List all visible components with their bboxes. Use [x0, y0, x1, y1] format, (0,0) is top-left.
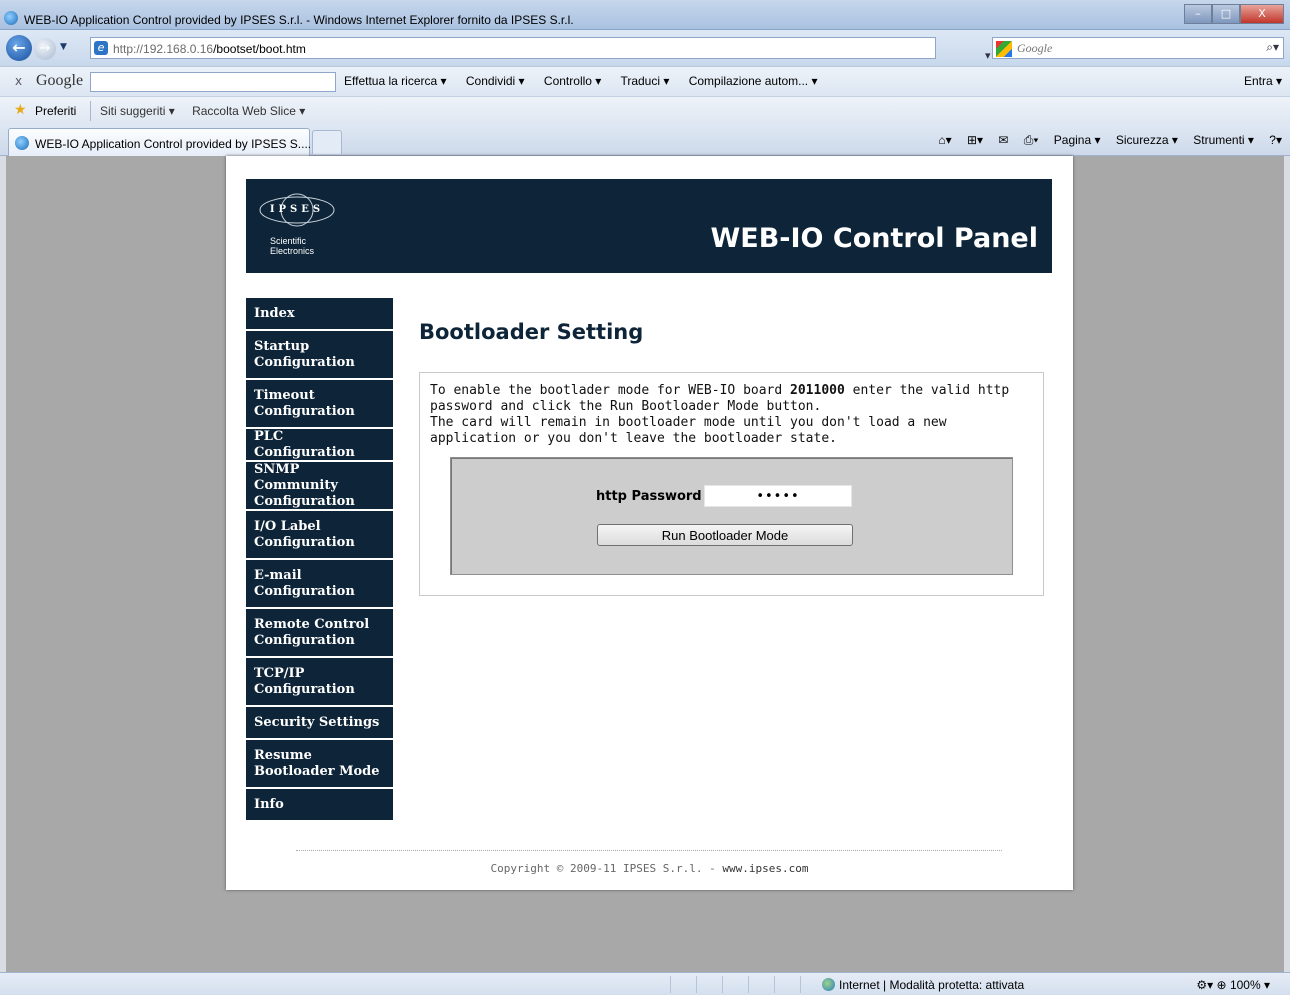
- bootloader-panel: To enable the bootlader mode for WEB-IO …: [419, 372, 1044, 596]
- logo-tagline: Scientific Electronics: [270, 236, 314, 256]
- home-icon[interactable]: ⌂▾: [938, 133, 951, 147]
- nav-item[interactable]: Remote Control Configuration: [246, 609, 393, 658]
- nav-item[interactable]: Security Settings: [246, 707, 393, 740]
- status-bar: Internet | Modalità protetta: attivata ⚙…: [0, 972, 1290, 995]
- board-id: 2011000: [790, 383, 845, 398]
- search-input[interactable]: [1017, 40, 1257, 56]
- menu-sicurezza[interactable]: Sicurezza ▾: [1116, 133, 1178, 147]
- google-toolbar-items: Effettua la ricerca ▾ Condividi ▾ Contro…: [344, 74, 833, 88]
- browser-viewport: IPSES Scientific Electronics WEB-IO Cont…: [6, 156, 1284, 972]
- help-icon[interactable]: ?▾: [1269, 133, 1282, 147]
- password-input[interactable]: [704, 485, 852, 507]
- run-bootloader-button[interactable]: Run Bootloader Mode: [597, 524, 853, 546]
- side-navigation: Index Startup Configuration Timeout Config…: [246, 298, 393, 822]
- toolbar-item[interactable]: Condividi ▾: [466, 74, 525, 88]
- nav-item[interactable]: Index: [246, 298, 393, 331]
- new-tab-button[interactable]: [312, 130, 342, 154]
- page-icon: e: [94, 41, 108, 55]
- page-header: IPSES Scientific Electronics WEB-IO Cont…: [246, 179, 1052, 273]
- tab-active[interactable]: WEB-IO Application Control provided by I…: [8, 128, 312, 156]
- copyright-text: Copyright © 2009-11 IPSES S.r.l. -: [490, 862, 723, 875]
- nav-item[interactable]: Startup Configuration: [246, 331, 393, 380]
- toolbar-item[interactable]: Effettua la ricerca ▾: [344, 74, 447, 88]
- search-icon[interactable]: ⌕▾: [1266, 40, 1279, 55]
- zone-text: Internet | Modalità protetta: attivata: [839, 978, 1025, 992]
- nav-item[interactable]: PLC Configuration: [246, 429, 393, 462]
- menu-strumenti[interactable]: Strumenti ▾: [1193, 133, 1254, 147]
- logo-tagline-line1: Scientific: [270, 236, 307, 246]
- forward-button[interactable]: →: [34, 38, 56, 60]
- ie-icon: [4, 11, 18, 25]
- ie-tab-icon: [15, 136, 29, 150]
- favorite-link[interactable]: Raccolta Web Slice ▾: [192, 104, 305, 118]
- favorites-links: Siti suggeriti ▾ Raccolta Web Slice ▾: [100, 104, 319, 118]
- search-box[interactable]: ⌕▾: [992, 37, 1284, 59]
- google-search-input[interactable]: [90, 72, 336, 92]
- close-toolbar-icon[interactable]: x: [15, 74, 22, 88]
- toolbar-item[interactable]: Controllo ▾: [544, 74, 601, 88]
- toolbar-item[interactable]: Traduci ▾: [620, 74, 669, 88]
- url-host: http://192.168.0.16: [113, 42, 214, 56]
- page-container: IPSES Scientific Electronics WEB-IO Cont…: [226, 156, 1073, 890]
- bootloader-description: To enable the bootlader mode for WEB-IO …: [430, 383, 1038, 447]
- logo-brand: IPSES: [269, 204, 325, 215]
- google-logo: Google: [36, 72, 84, 89]
- nav-item[interactable]: SNMP Community Configuration: [246, 462, 393, 511]
- menu-pagina[interactable]: Pagina ▾: [1054, 133, 1101, 147]
- close-button[interactable]: X: [1240, 4, 1284, 24]
- address-bar[interactable]: e http://192.168.0.16/bootset/boot.htm ▾…: [90, 37, 1025, 62]
- favorites-bar: ★ Preferiti Siti suggeriti ▾ Raccolta We…: [0, 96, 1290, 124]
- tab-label: WEB-IO Application Control provided by I…: [35, 137, 312, 151]
- google-toolbar: x Google Effettua la ricerca ▾ Condividi…: [0, 66, 1290, 96]
- nav-item[interactable]: I/O Label Configuration: [246, 511, 393, 560]
- favorites-button[interactable]: Preferiti: [35, 104, 76, 118]
- ipses-logo: IPSES Scientific Electronics: [258, 189, 338, 261]
- password-form: http Password Run Bootloader Mode: [450, 457, 1013, 575]
- mail-icon[interactable]: ✉: [998, 133, 1008, 147]
- favorites-star-icon[interactable]: ★: [14, 102, 27, 118]
- favorite-link[interactable]: Siti suggeriti ▾: [100, 104, 175, 118]
- nav-item[interactable]: Timeout Configuration: [246, 380, 393, 429]
- feeds-icon[interactable]: ⊞▾: [967, 133, 983, 147]
- nav-item[interactable]: Info: [246, 789, 393, 822]
- page-title: WEB-IO Control Panel: [710, 223, 1039, 254]
- footer-link[interactable]: www.ipses.com: [722, 862, 808, 875]
- page-footer: Copyright © 2009-11 IPSES S.r.l. - www.i…: [226, 862, 1073, 875]
- url-path: /bootset/boot.htm: [213, 42, 306, 56]
- history-dropdown-icon[interactable]: ▼: [60, 42, 67, 52]
- address-toolbar: ← → ▼ e http://192.168.0.16/bootset/boot…: [0, 30, 1290, 66]
- zoom-control[interactable]: ⚙▾ ⊕ 100% ▾: [1196, 978, 1270, 992]
- section-title: Bootloader Setting: [419, 320, 644, 344]
- maximize-button[interactable]: □: [1212, 4, 1240, 24]
- tab-bar: WEB-IO Application Control provided by I…: [0, 124, 1290, 156]
- sign-in-button[interactable]: Entra ▾: [1244, 74, 1282, 88]
- password-label: http Password: [596, 489, 702, 504]
- logo-tagline-line2: Electronics: [270, 246, 315, 256]
- desc-part1: To enable the bootlader mode for WEB-IO …: [430, 383, 791, 398]
- footer-divider: [296, 850, 1002, 851]
- print-icon[interactable]: ⎙▾: [1024, 133, 1039, 147]
- divider: [90, 101, 91, 121]
- google-icon: [996, 41, 1012, 57]
- minimize-button[interactable]: –: [1184, 4, 1212, 24]
- title-bar: WEB-IO Application Control provided by I…: [0, 0, 1290, 30]
- status-panes: [670, 976, 826, 993]
- nav-item[interactable]: TCP/IP Configuration: [246, 658, 393, 707]
- nav-item[interactable]: E-mail Configuration: [246, 560, 393, 609]
- window-title: WEB-IO Application Control provided by I…: [24, 13, 574, 27]
- desc-line2: The card will remain in bootloader mode …: [430, 415, 947, 446]
- window-controls: – □ X: [1184, 4, 1284, 24]
- security-zone[interactable]: Internet | Modalità protetta: attivata: [822, 978, 1024, 992]
- command-bar: ⌂▾ ⊞▾ ✉ ⎙▾ Pagina ▾ Sicurezza ▾ Strument…: [926, 133, 1282, 148]
- protected-mode-icon[interactable]: ⚙▾: [1196, 978, 1216, 992]
- zoom-level: 100%: [1229, 978, 1261, 992]
- back-button[interactable]: ←: [6, 35, 32, 61]
- globe-icon: [822, 978, 835, 991]
- toolbar-item[interactable]: Compilazione autom... ▾: [689, 74, 818, 88]
- address-url[interactable]: http://192.168.0.16/bootset/boot.htm: [113, 42, 306, 56]
- nav-item[interactable]: Resume Bootloader Mode: [246, 740, 393, 789]
